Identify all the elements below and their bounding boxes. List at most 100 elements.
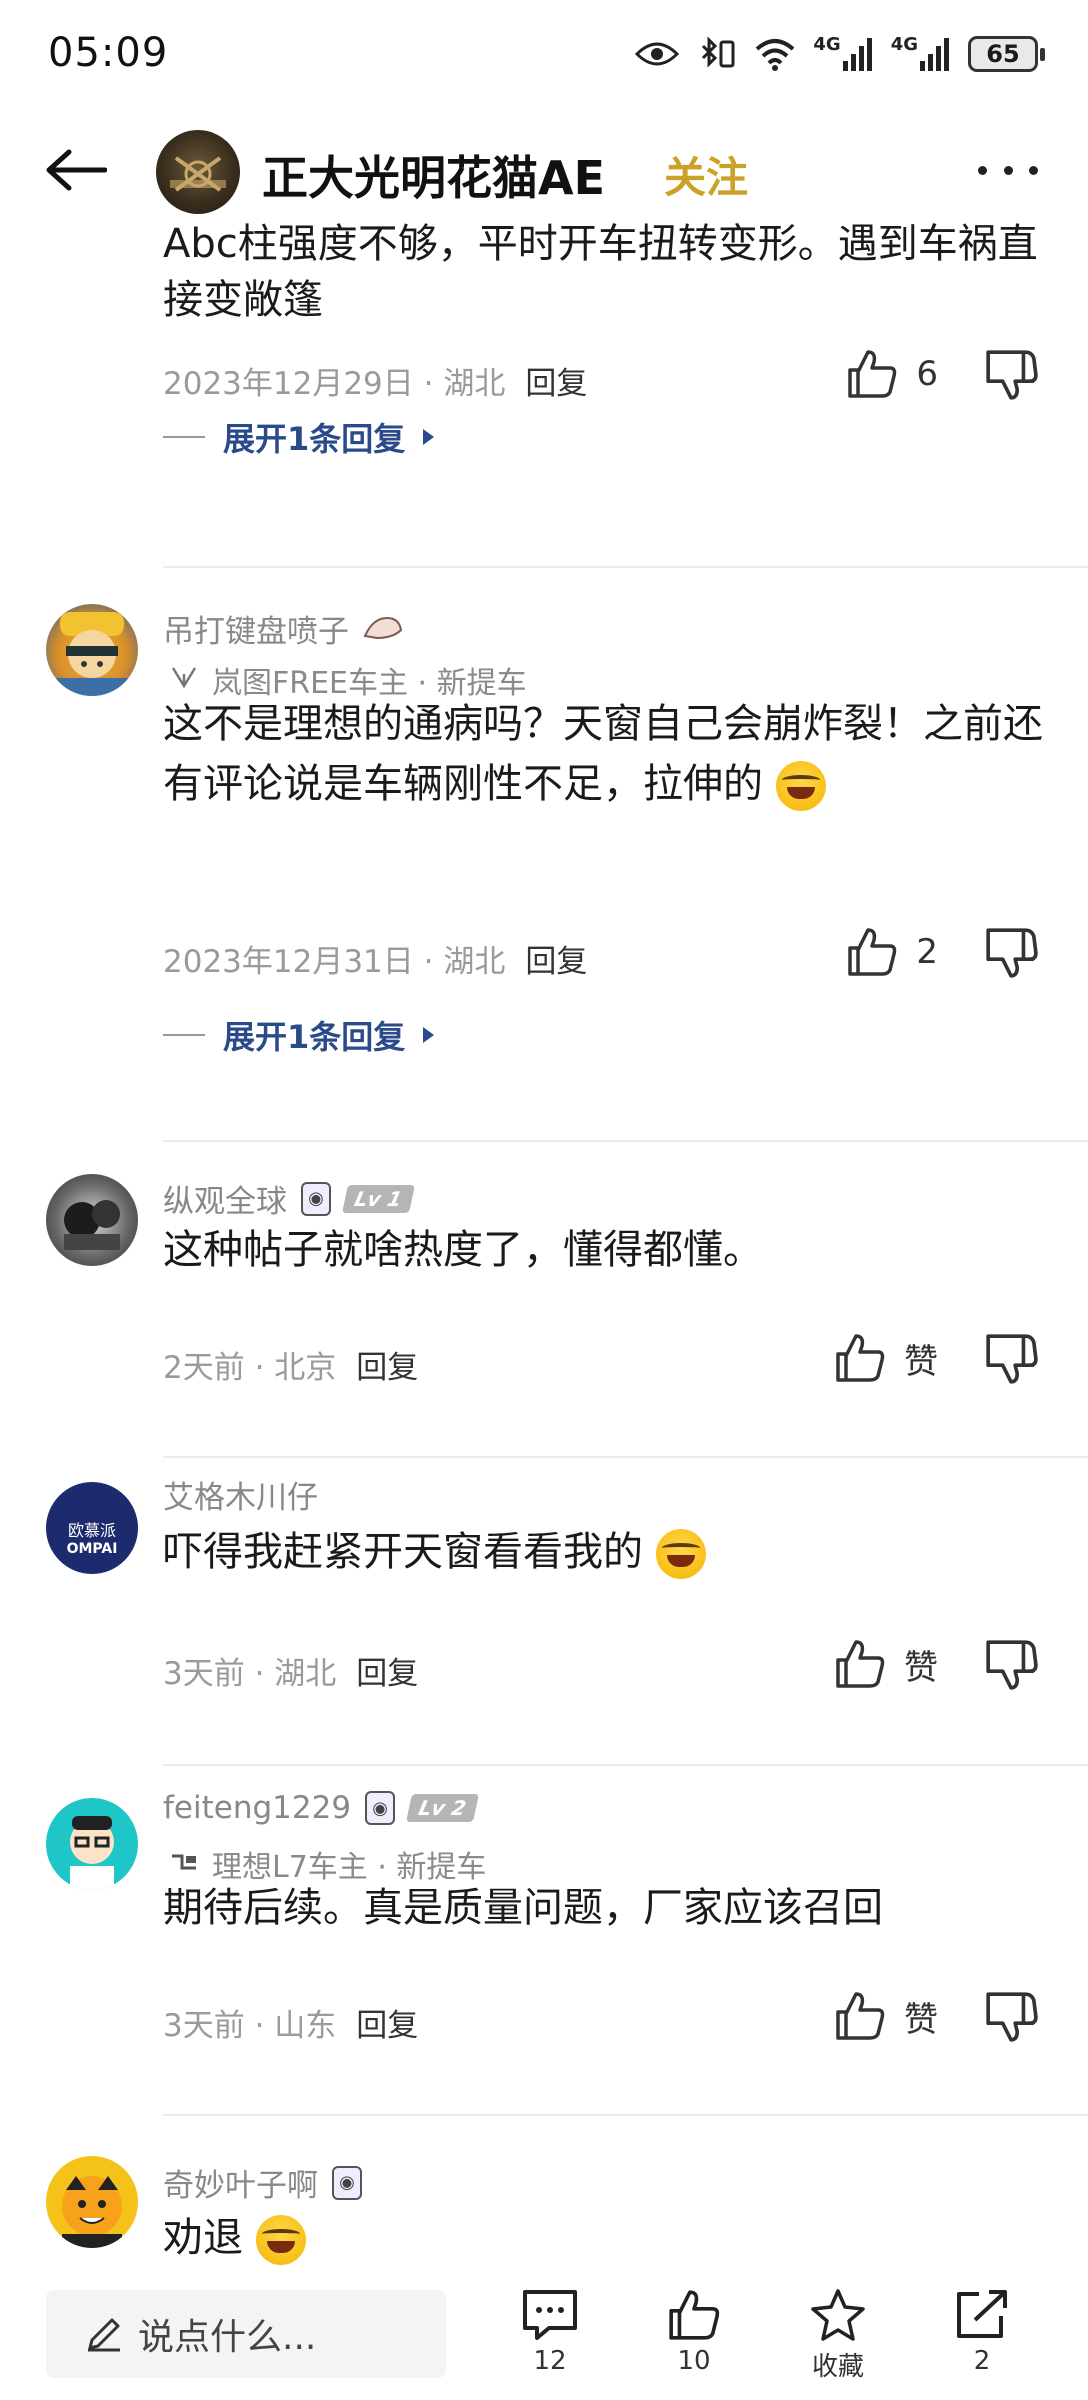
comment-item: Abc柱强度不够，平时开车扭转变形。遇到车祸直接变敞篷 2023年12月29日 … [0,220,1088,590]
thumbs-down-icon [986,1640,1038,1690]
thumbs-down-icon [986,928,1038,978]
like-label: 赞 [904,1647,938,1688]
comment-item: 吊打键盘喷子 岚图FREE车主 · 新提车 这不是理想的通病吗？天窗自己会崩炸裂… [0,600,1088,1160]
expand-replies-label: 展开1条回复 [223,1018,406,1056]
triangle-right-icon [423,1027,435,1043]
comment-meta: 3天前 · 湖北 回复 [163,1648,418,1693]
comment-author-row: 艾格木川仔 [163,1472,318,1517]
like-count: 2 [916,932,938,972]
author-avatar[interactable] [156,130,240,214]
share-button[interactable]: 2 [932,2288,1032,2376]
comment-author-name[interactable]: 纵观全球 [163,1176,287,1221]
favorite-button[interactable]: 收藏 [788,2288,888,2383]
avatar[interactable] [46,604,138,696]
comment-text: 吓得我赶紧开天窗看看我的 [163,1522,1043,1582]
avatar[interactable]: 欧慕派 OMPAI [46,1482,138,1574]
comment-author-name[interactable]: 奇妙叶子啊 [163,2160,318,2205]
comment-date-location: 2023年12月31日 · 湖北 [163,944,506,980]
expand-line [163,436,205,438]
comment-list: Abc柱强度不够，平时开车扭转变形。遇到车祸直接变敞篷 2023年12月29日 … [0,220,1088,2280]
like-button[interactable]: 赞 [834,1638,938,1690]
dislike-button[interactable] [984,1332,1038,1386]
comment-author-name[interactable]: feiteng1229 [163,1790,351,1826]
reply-button[interactable]: 回复 [525,936,587,981]
avatar[interactable] [46,1174,138,1266]
comment-author-row: 吊打键盘喷子 [163,606,403,651]
dislike-button[interactable] [984,1990,1038,2044]
comment-date-location: 3天前 · 湖北 [163,1656,337,1692]
reply-button[interactable]: 回复 [356,1342,418,1387]
comment-meta: 2天前 · 北京 回复 [163,1342,418,1387]
comment-meta: 2023年12月29日 · 湖北 回复 [163,358,587,403]
reply-button[interactable]: 回复 [525,358,587,403]
avatar-logo-text: 欧慕派 [67,1521,116,1540]
comment-text: Abc柱强度不够，平时开车扭转变形。遇到车祸直接变敞篷 [163,221,1038,323]
hand-sticker-icon [363,612,403,646]
badge-icon: ◉ [301,1181,331,1216]
comment-input[interactable]: 说点什么... [46,2290,446,2378]
comments-button[interactable]: 12 [500,2288,600,2376]
comment-meta: 2023年12月31日 · 湖北 回复 [163,936,587,981]
thumbs-down-icon [986,350,1038,400]
like-button[interactable]: 赞 [834,1332,938,1384]
expand-replies-button[interactable]: 展开1条回复 [163,1012,435,1058]
comment-text: 这种帖子就啥热度了，懂得都懂。 [163,1227,763,1273]
thumbs-up-icon [669,2290,720,2340]
lixiang-logo-icon [170,1850,198,1878]
comment-date-location: 2天前 · 北京 [163,1350,337,1386]
like-button[interactable]: 赞 [834,1990,938,2042]
dislike-button[interactable] [984,348,1038,402]
thumbs-up-icon [848,350,897,398]
like-post-button[interactable]: 10 [644,2288,744,2376]
status-time: 05:09 [48,30,169,76]
comment-text: 劝退 [163,2208,1043,2268]
star-icon [811,2289,865,2341]
thumbs-up-icon [836,1334,885,1382]
post-header: 正大光明花猫AE 关注 [0,120,1088,220]
author-name[interactable]: 正大光明花猫AE [262,142,605,208]
comment-text: 这不是理想的通病吗？天窗自己会崩炸裂！之前还有评论说是车辆刚性不足，拉伸的 [163,694,1043,814]
level-badge: Lv 1 [342,1184,415,1213]
comment-item: feiteng1229 ◉ Lv 2 理想L7车主 · 新提车 期待后续。真是质… [0,1768,1088,2118]
comment-bubble-icon [523,2290,577,2340]
dislike-button[interactable] [984,1638,1038,1692]
like-label: 赞 [904,1341,938,1382]
comment-author-name[interactable]: 艾格木川仔 [163,1472,318,1517]
comment-text-body: 劝退 [163,2215,243,2261]
reply-button[interactable]: 回复 [356,2000,418,2045]
comments-count: 12 [533,2346,567,2376]
badge-icon: ◉ [365,1791,396,1825]
laughing-tears-emoji-icon [655,1529,706,1579]
eye-icon [635,32,680,76]
avatar[interactable] [46,1798,138,1890]
voyah-logo-icon [170,664,198,696]
dislike-button[interactable] [984,926,1038,980]
comment-author-row: feiteng1229 ◉ Lv 2 [163,1790,479,1826]
follow-button[interactable]: 关注 [664,144,748,205]
favorite-label: 收藏 [811,2352,864,2382]
wifi-icon [755,32,795,76]
share-count: 2 [973,2346,991,2376]
likes-count: 10 [677,2346,711,2376]
share-icon [957,2290,1007,2338]
expand-replies-button[interactable]: 展开1条回复 [163,414,435,460]
arrow-left-icon [46,149,107,191]
comment-author-row: 奇妙叶子啊 ◉ [163,2160,362,2205]
like-count: 6 [916,354,938,394]
triangle-right-icon [423,429,435,445]
status-icons: 4G 4G 65 [635,32,1045,76]
reply-button[interactable]: 回复 [356,1648,418,1693]
like-button[interactable]: 6 [846,348,938,400]
more-options-button[interactable] [978,160,1038,180]
like-button[interactable]: 2 [846,926,938,978]
back-button[interactable] [40,138,112,202]
comment-author-name[interactable]: 吊打键盘喷子 [163,606,349,651]
avatar[interactable] [46,2156,138,2248]
comment-text-body: 这不是理想的通病吗？天窗自己会崩炸裂！之前还有评论说是车辆刚性不足，拉伸的 [163,701,1043,807]
comment-meta: 3天前 · 山东 回复 [163,2000,418,2045]
laughing-tears-emoji-icon [255,2215,306,2265]
like-label: 赞 [904,1999,938,2040]
battery-icon: 65 [968,36,1045,72]
logo-emblem-icon [170,156,226,192]
comment-date-location: 2023年12月29日 · 湖北 [163,366,506,402]
